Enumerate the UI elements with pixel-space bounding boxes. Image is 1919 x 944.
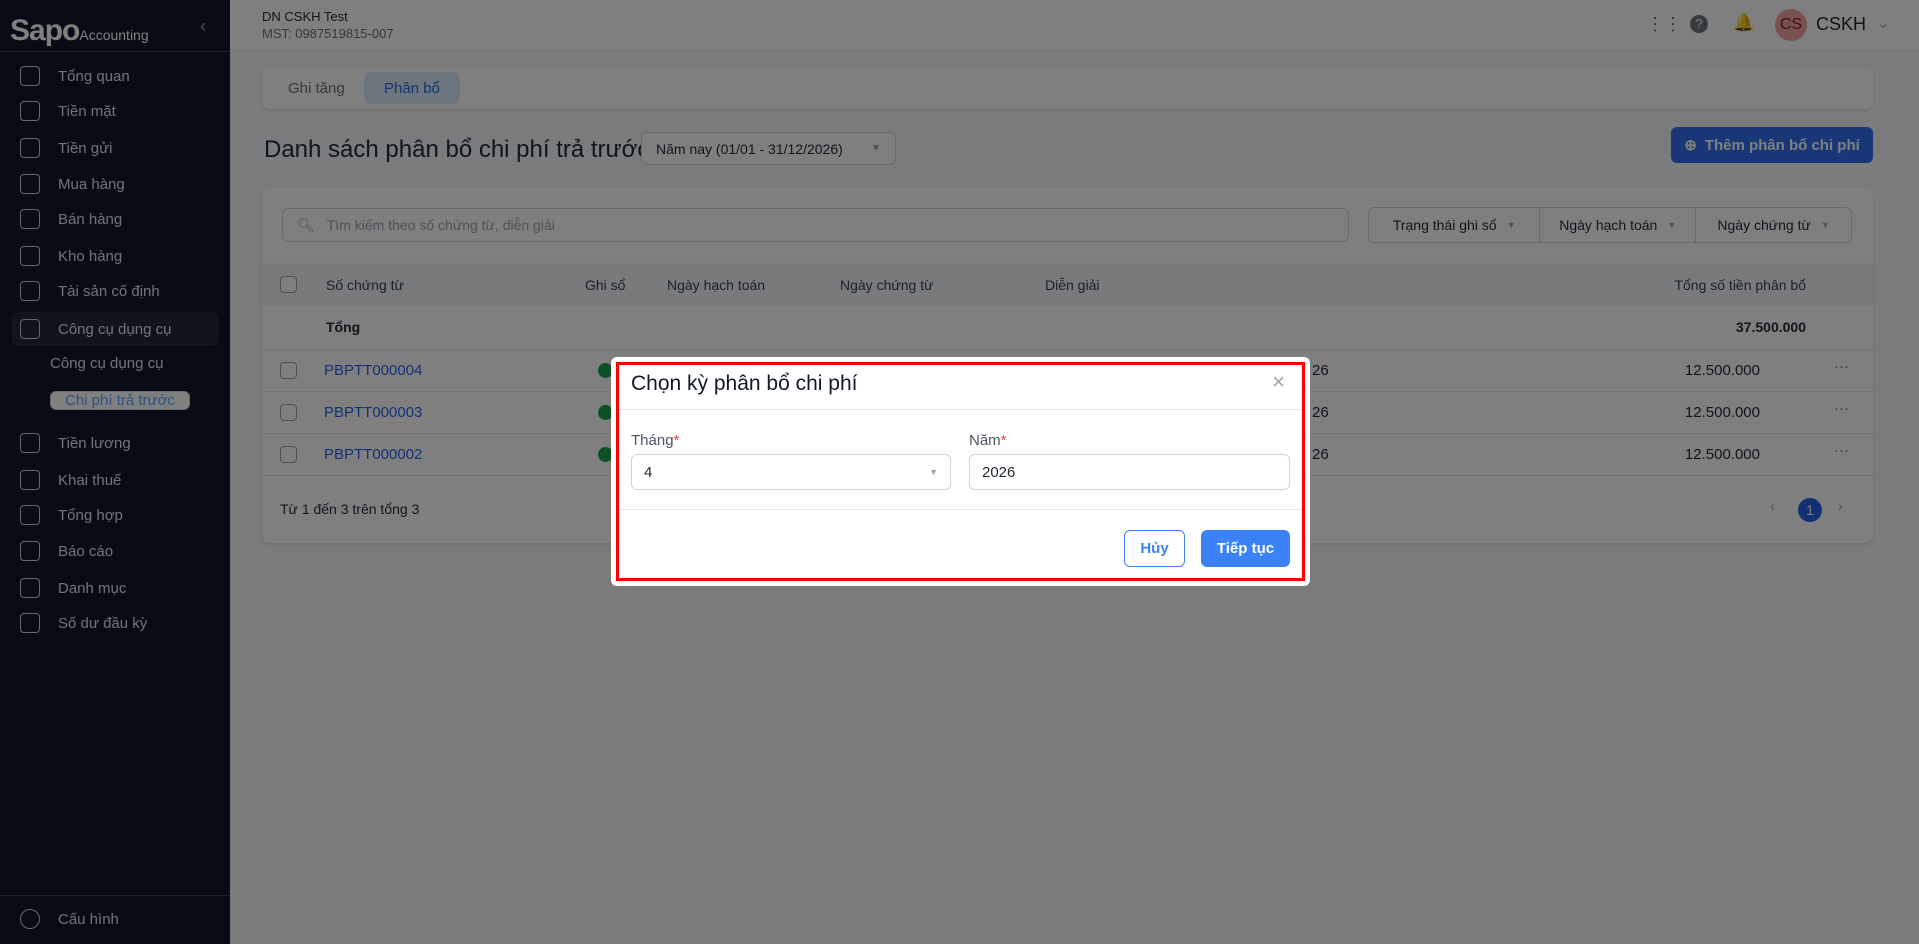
highlight-frame (616, 362, 1305, 581)
